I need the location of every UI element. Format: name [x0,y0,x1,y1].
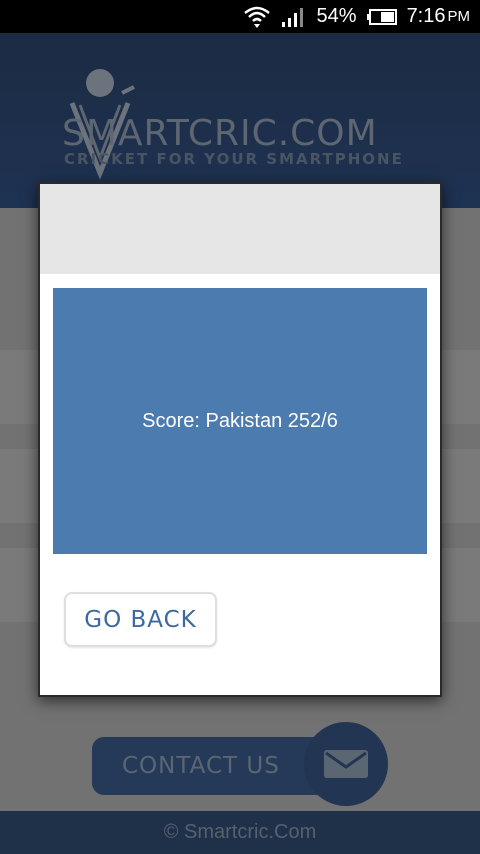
mail-button[interactable] [304,722,388,806]
battery-icon [366,8,397,25]
footer: © Smartcric.Com [0,811,480,854]
dialog-header [40,184,440,274]
score-panel: Score: Pakistan 252/6 [53,288,427,554]
contact-us-label: CONTACT US [122,753,280,779]
clock: 7:16 PM [407,5,470,28]
wifi-icon [243,5,271,29]
mail-icon [324,750,368,778]
logo-tagline: CRICKET FOR YOUR SMARTPHONE [64,150,404,168]
score-dialog: Score: Pakistan 252/6 GO BACK [38,182,442,697]
score-text: Score: Pakistan 252/6 [142,409,338,432]
signal-icon [281,7,307,27]
footer-copyright: © Smartcric.Com [163,821,317,843]
go-back-button[interactable]: GO BACK [64,592,217,647]
status-bar: 54% 7:16 PM [0,0,480,33]
clock-time: 7:16 [406,5,446,27]
logo-text: SMARTCRIC.COM [62,113,378,154]
battery-percent: 54% [316,5,357,27]
clock-ampm: PM [447,8,471,25]
go-back-label: GO BACK [84,606,197,633]
